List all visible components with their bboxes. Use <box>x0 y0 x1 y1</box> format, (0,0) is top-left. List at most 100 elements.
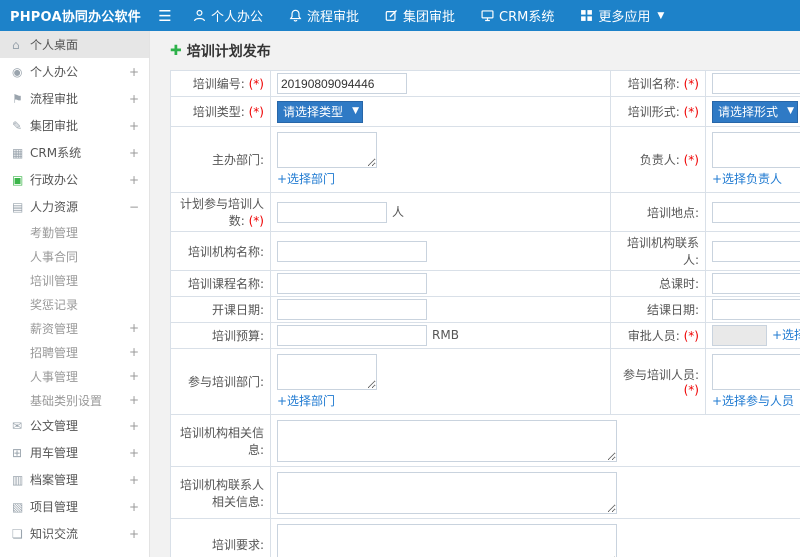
sidebar-item-personal-desktop[interactable]: ⌂ 个人桌面 <box>0 31 149 58</box>
form-row: 计划参与培训人数: (*) 人 培训地点: <box>170 192 800 232</box>
caret-down-icon: ▼ <box>657 10 665 21</box>
host-dept-textarea[interactable] <box>277 132 377 168</box>
expand-icon[interactable]: + <box>129 419 139 433</box>
org-contact-input[interactable] <box>712 240 800 262</box>
sidebar-item-label: 档案管理 <box>30 473 79 487</box>
sidebar-item-label: 项目管理 <box>30 500 79 514</box>
org-name-input[interactable] <box>277 240 427 262</box>
expand-icon[interactable]: + <box>129 527 139 541</box>
budget-input[interactable] <box>277 325 427 346</box>
requirement-textarea[interactable] <box>277 523 617 557</box>
select-dept-link[interactable]: +选择部门 <box>277 172 335 186</box>
select-leader-link[interactable]: +选择负责人 <box>712 172 782 186</box>
sidebar-item-personnel-mgmt[interactable]: 人事管理 + <box>0 364 149 388</box>
join-person-textarea[interactable] <box>712 354 800 390</box>
select-participants-link[interactable]: +选择参与人员 <box>712 394 794 408</box>
user-icon <box>193 9 206 22</box>
link-row: +选择部门 <box>277 170 604 187</box>
nav-process-approval[interactable]: 流程审批 <box>276 0 372 31</box>
form-row: 培训编号: (*) 培训名称: (*) <box>170 70 800 97</box>
expand-icon[interactable]: + <box>129 393 139 407</box>
training-form-select[interactable]: 请选择形式 <box>712 100 798 123</box>
org-contact-info-textarea[interactable] <box>277 471 617 514</box>
field-label: 总课时: <box>610 270 706 297</box>
org-info-textarea[interactable] <box>277 419 617 462</box>
approver-input[interactable] <box>712 325 767 346</box>
sidebar-item-reward-punish-record[interactable]: 奖惩记录 <box>0 292 149 316</box>
sidebar-item-admin-office[interactable]: ▣ 行政办公 + <box>0 166 149 193</box>
expand-icon[interactable]: + <box>129 473 139 487</box>
nav-more-apps[interactable]: 更多应用 ▼ <box>567 0 677 31</box>
sidebar-item-vehicle-mgmt[interactable]: ⊞ 用车管理 + <box>0 439 149 466</box>
sidebar-item-crm-system[interactable]: ▦ CRM系统 + <box>0 139 149 166</box>
nav-group-approval[interactable]: 集团审批 <box>372 0 468 31</box>
sidebar-item-label: 奖惩记录 <box>30 297 79 312</box>
field-cell <box>705 192 800 232</box>
sidebar-item-label: 考勤管理 <box>30 225 79 240</box>
select-join-dept-link[interactable]: +选择部门 <box>277 394 335 408</box>
field-cell <box>270 296 611 323</box>
sidebar-item-salary-mgmt[interactable]: 薪资管理 + <box>0 316 149 340</box>
sidebar-item-personal-office[interactable]: ◉ 个人办公 + <box>0 58 149 85</box>
sidebar-item-recruit-mgmt[interactable]: 招聘管理 + <box>0 340 149 364</box>
sidebar-item-attendance-mgmt[interactable]: 考勤管理 <box>0 220 149 244</box>
leader-textarea[interactable] <box>712 132 800 168</box>
sidebar-item-group-approval[interactable]: ✎ 集团审批 + <box>0 112 149 139</box>
sidebar-item-archive-mgmt[interactable]: ▥ 档案管理 + <box>0 466 149 493</box>
total-hours-input[interactable] <box>712 273 800 294</box>
bell-icon <box>289 9 302 22</box>
training-number-input[interactable] <box>277 73 407 94</box>
field-label: 培训名称: (*) <box>610 70 706 97</box>
training-type-select[interactable]: 请选择类型 <box>277 100 363 123</box>
sidebar-item-training-mgmt[interactable]: 培训管理 <box>0 268 149 292</box>
sidebar-item-knowledge-exchange[interactable]: ❏ 知识交流 + <box>0 520 149 547</box>
sidebar-item-document-mgmt[interactable]: ✉ 公文管理 + <box>0 412 149 439</box>
field-label: 培训要求: <box>170 518 271 557</box>
location-input[interactable] <box>712 201 800 223</box>
field-label: 参与培训人员: (*) <box>610 348 706 415</box>
sidebar-item-base-category-setting[interactable]: 基础类别设置 + <box>0 388 149 412</box>
grid-icon <box>580 9 593 22</box>
nav-personal-office[interactable]: 个人办公 <box>180 0 276 31</box>
expand-icon[interactable]: + <box>129 92 139 106</box>
hamburger-menu-icon[interactable]: ☰ <box>150 7 180 25</box>
sidebar-item-process-approval[interactable]: ⚑ 流程审批 + <box>0 85 149 112</box>
collapse-icon[interactable]: − <box>129 200 139 214</box>
sidebar-item-hr-contract[interactable]: 人事合同 <box>0 244 149 268</box>
expand-icon[interactable]: + <box>129 173 139 187</box>
participant-count-input[interactable] <box>277 201 387 223</box>
form-row: 培训课程名称: 总课时: <box>170 270 800 297</box>
briefcase-icon: ▣ <box>12 172 24 187</box>
link-row: +选择参与人员 <box>712 392 800 409</box>
sidebar-item-label: 招聘管理 <box>30 345 79 360</box>
select-approver-link[interactable]: +选择审批人 <box>772 328 800 342</box>
expand-icon[interactable]: + <box>129 369 139 383</box>
join-dept-textarea[interactable] <box>277 354 377 390</box>
sidebar-item-label: 知识交流 <box>30 527 79 541</box>
field-cell: RMB <box>270 322 611 349</box>
nav-label: 更多应用 <box>598 10 651 25</box>
expand-icon[interactable]: + <box>129 146 139 160</box>
end-date-input[interactable] <box>712 299 800 320</box>
field-cell: +选择审批人 <box>705 322 800 349</box>
sidebar-item-hr[interactable]: ▤ 人力资源 − <box>0 193 149 220</box>
course-name-input[interactable] <box>277 273 427 294</box>
field-cell: 人 <box>270 192 611 232</box>
nav-crm-system[interactable]: CRM系统 <box>468 0 567 31</box>
form-row: 培训类型: (*) 请选择类型 培训形式: (*) 请选择形式 <box>170 96 800 127</box>
sidebar-item-project-mgmt[interactable]: ▧ 项目管理 + <box>0 493 149 520</box>
nav-label: 集团审批 <box>403 10 456 25</box>
expand-icon[interactable]: + <box>129 500 139 514</box>
required-marker: (*) <box>244 105 264 119</box>
sidebar-item-label: CRM系统 <box>30 146 82 160</box>
start-date-input[interactable] <box>277 299 427 320</box>
expand-icon[interactable]: + <box>129 65 139 79</box>
form-row: 培训机构相关信息: <box>170 414 800 467</box>
expand-icon[interactable]: + <box>129 321 139 335</box>
expand-icon[interactable]: + <box>129 119 139 133</box>
expand-icon[interactable]: + <box>129 345 139 359</box>
training-name-input[interactable] <box>712 73 800 94</box>
mail-icon: ✉ <box>12 418 23 433</box>
expand-icon[interactable]: + <box>129 446 139 460</box>
nav-label: 流程审批 <box>307 10 360 25</box>
